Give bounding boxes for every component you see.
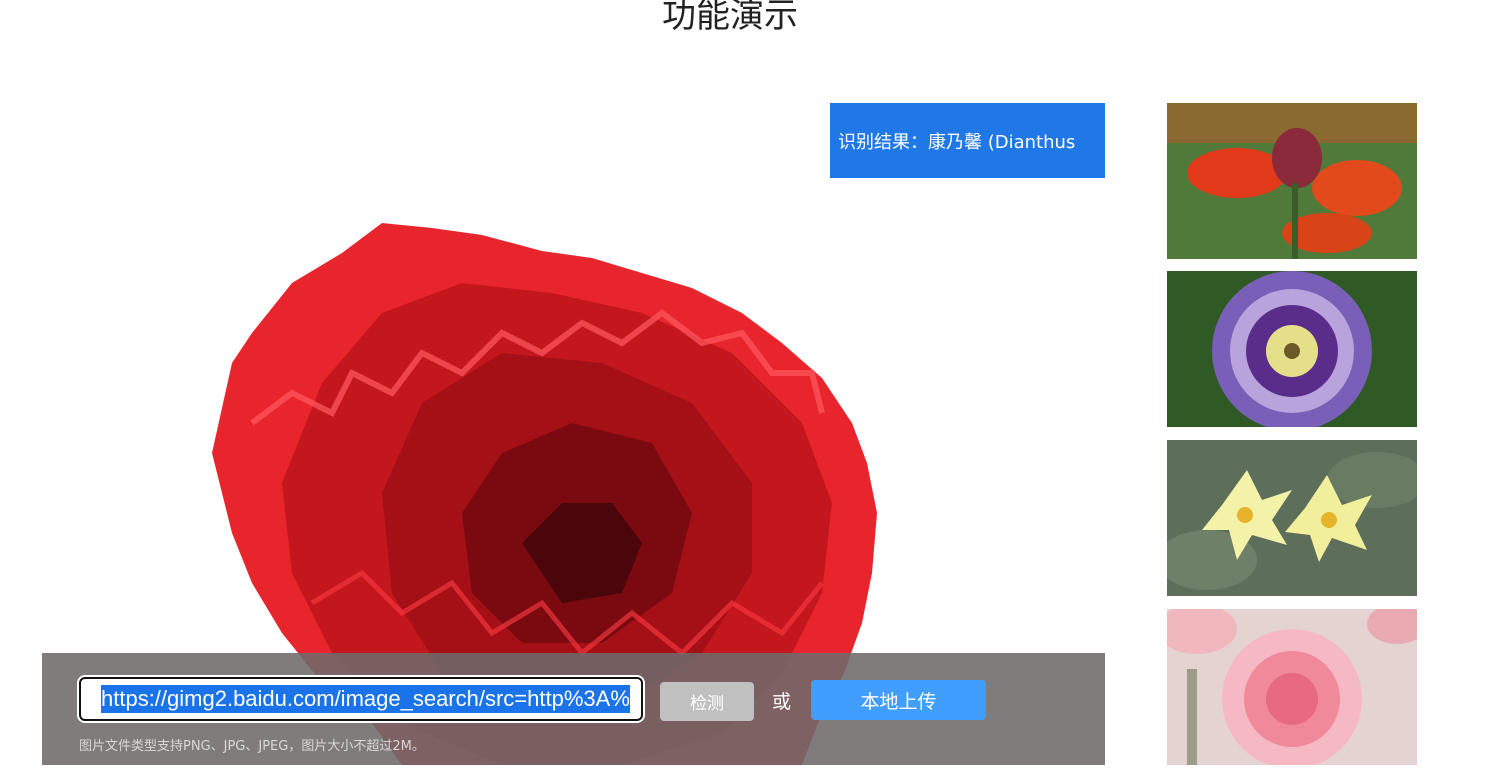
detect-button[interactable]: 检测 (660, 682, 754, 721)
passion-flower-photo-icon (1167, 271, 1417, 427)
pink-carnation-photo-icon (1167, 609, 1417, 765)
image-url-input[interactable]: https://gimg2.baidu.com/image_search/src… (79, 677, 643, 721)
upload-hint-text: 图片文件类型支持PNG、JPG、JPEG，图片大小不超过2M。 (79, 739, 425, 754)
page-title: 功能演示 (662, 0, 798, 36)
image-url-value: https://gimg2.baidu.com/image_search/src… (101, 685, 630, 713)
image-preview: 识别结果：康乃馨 (Dianthus https://gimg2.baidu.c… (42, 103, 1105, 765)
control-bar: https://gimg2.baidu.com/image_search/src… (42, 653, 1105, 765)
or-label: 或 (772, 691, 792, 713)
sample-thumbnail-3[interactable] (1167, 440, 1417, 596)
yellow-water-lily-photo-icon (1167, 440, 1417, 596)
recognition-result-badge: 识别结果：康乃馨 (Dianthus (830, 103, 1105, 178)
sample-thumbnail-1[interactable] (1167, 103, 1417, 259)
local-upload-button[interactable]: 本地上传 (811, 680, 986, 720)
red-wallflower-photo-icon (1167, 103, 1417, 259)
sample-thumbnail-2[interactable] (1167, 271, 1417, 427)
sample-thumbnail-4[interactable] (1167, 609, 1417, 765)
